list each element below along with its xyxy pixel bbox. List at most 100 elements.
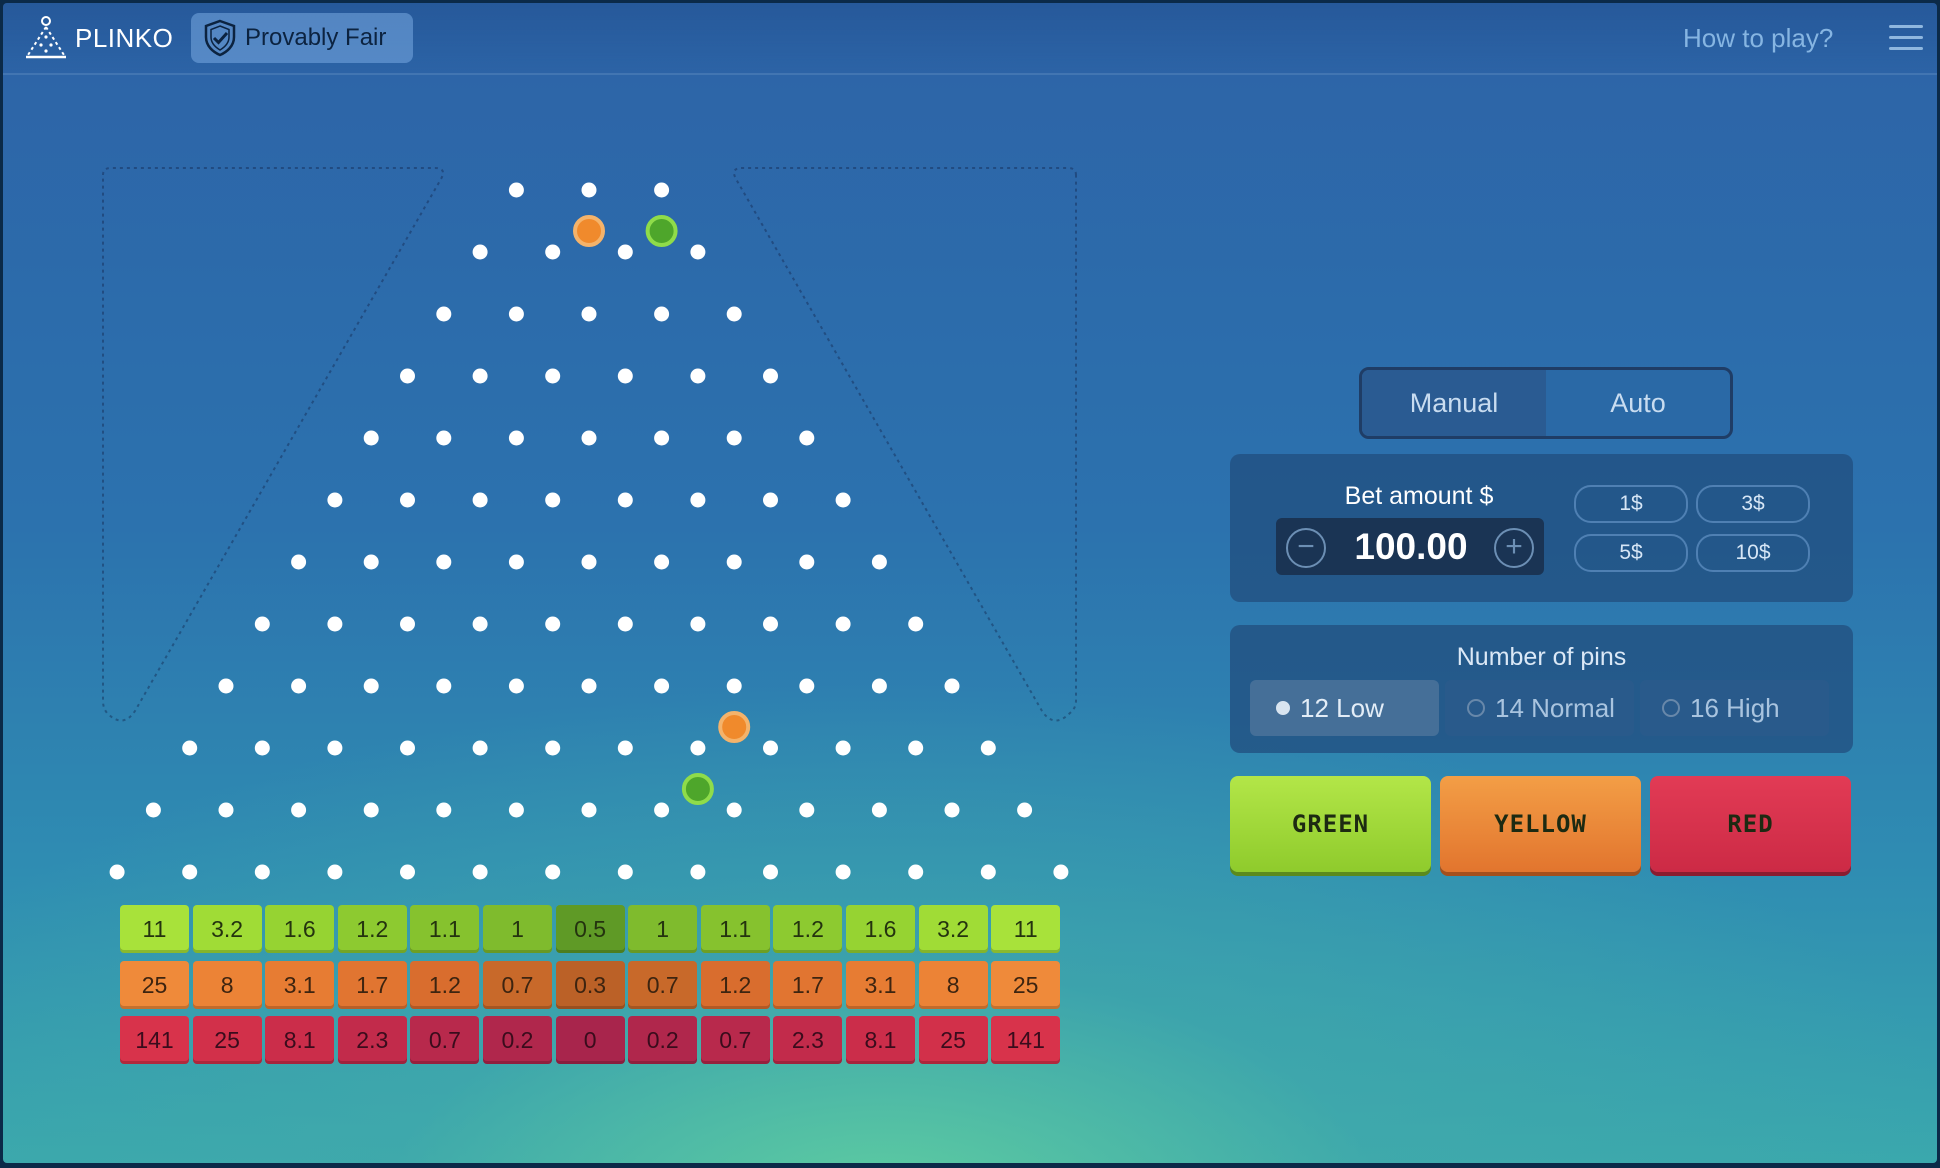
pin [363,430,379,446]
pin [508,182,524,198]
pins-panel: Number of pins 12 Low 14 Normal 16 High [1230,625,1853,753]
green-multiplier-slot: 3.2 [918,905,988,953]
pin [472,244,488,260]
bet-amount-input[interactable]: 100.00 [1336,518,1486,575]
mode-auto-tab[interactable]: Auto [1546,370,1730,436]
pin [327,616,343,632]
pin [908,616,924,632]
pin [654,306,670,322]
pin [545,244,561,260]
pin [835,740,851,756]
yellow-multiplier-slot: 0.7 [483,961,552,1009]
pin [327,864,343,880]
pin [291,554,307,570]
red-multiplier-slot: 0.7 [410,1016,480,1064]
red-multiplier-slot: 0.2 [628,1016,698,1064]
quick-bet-5-button[interactable]: 5$ [1574,534,1688,572]
radio-selected-icon [1276,701,1290,715]
yellow-multiplier-slot: 0.7 [628,961,698,1009]
pin [654,430,670,446]
pin [363,802,379,818]
red-play-button[interactable]: RED [1650,776,1851,872]
yellow-multiplier-slot: 25 [120,961,189,1009]
yellow-multiplier-slot: 1.2 [410,961,480,1009]
pin [472,492,488,508]
quick-bet-10-button[interactable]: 10$ [1696,534,1810,572]
yellow-multiplier-slot: 1.2 [700,961,770,1009]
pins-12-low-option[interactable]: 12 Low [1250,680,1439,736]
yellow-play-button[interactable]: YELLOW [1440,776,1641,872]
red-multiplier-slot: 0 [555,1016,625,1064]
pin [508,430,524,446]
pin [763,616,778,632]
pin [508,802,524,818]
red-multiplier-slot: 8.1 [265,1016,335,1064]
pin [835,864,851,880]
pin [581,678,597,694]
pin [690,244,706,260]
pin [871,554,887,570]
hamburger-menu-icon[interactable] [1889,25,1923,53]
pins-14-normal-label: 14 Normal [1495,692,1615,723]
pin [545,864,561,880]
mode-toggle: Manual Auto [1359,367,1733,439]
green-multiplier-slot: 11 [120,905,189,953]
plinko-board: 11 3.2 1.6 1.2 1.1 1 0.5 1 1.1 1.2 1.6 3.2 11 25 8 3.1 1… [3,3,1103,1103]
green-multiplier-slot: 11 [991,905,1061,953]
pin [327,492,343,508]
pin [617,244,633,260]
pin [617,368,633,384]
green-play-button[interactable]: GREEN [1230,776,1431,872]
pin [291,802,307,818]
left-guide [102,167,444,722]
green-multiplier-slot: 1.6 [846,905,915,953]
pin [581,430,597,446]
pin [436,306,452,322]
orange-ball [573,215,605,247]
pins-16-high-label: 16 High [1690,692,1780,723]
pin [218,678,234,694]
green-multiplier-slot: 1.2 [337,905,407,953]
increase-bet-icon[interactable]: + [1494,528,1534,568]
quick-bet-3-button[interactable]: 3$ [1696,485,1810,523]
plinko-app: PLINKO Provably Fair How to play? 11 3.2 1… [3,3,1937,1163]
pin [182,864,198,880]
red-multiplier-slot: 25 [192,1016,262,1064]
pin [545,368,561,384]
pin [182,740,198,756]
decrease-bet-icon[interactable]: − [1286,528,1326,568]
red-multiplier-slot: 141 [991,1016,1061,1064]
yellow-multiplier-slot: 25 [991,961,1061,1009]
pins-14-normal-option[interactable]: 14 Normal [1445,680,1634,736]
pins-16-high-option[interactable]: 16 High [1640,680,1829,736]
pin [545,492,561,508]
pin [581,182,597,198]
red-multiplier-slot: 2.3 [773,1016,843,1064]
pin [254,740,270,756]
mode-manual-tab[interactable]: Manual [1362,370,1546,436]
green-multiplier-slot: 1.2 [773,905,843,953]
yellow-multiplier-slot: 8 [918,961,988,1009]
pin [726,430,742,446]
pin [400,368,415,384]
pin [799,430,815,446]
pin [835,492,851,508]
yellow-multiplier-slot: 3.1 [265,961,335,1009]
pin [617,740,633,756]
red-multiplier-slot: 8.1 [846,1016,915,1064]
pin [654,182,670,198]
pin [799,802,815,818]
pin [436,430,452,446]
pin [472,864,488,880]
pin [581,554,597,570]
how-to-play-link[interactable]: How to play? [1683,23,1833,54]
pin [1017,802,1033,818]
pin [690,616,706,632]
pin [690,864,706,880]
quick-bet-1-button[interactable]: 1$ [1574,485,1688,523]
green-ball [645,215,678,247]
pin [944,678,960,694]
right-guide [733,167,1077,722]
pin [617,864,633,880]
pin [763,864,778,880]
